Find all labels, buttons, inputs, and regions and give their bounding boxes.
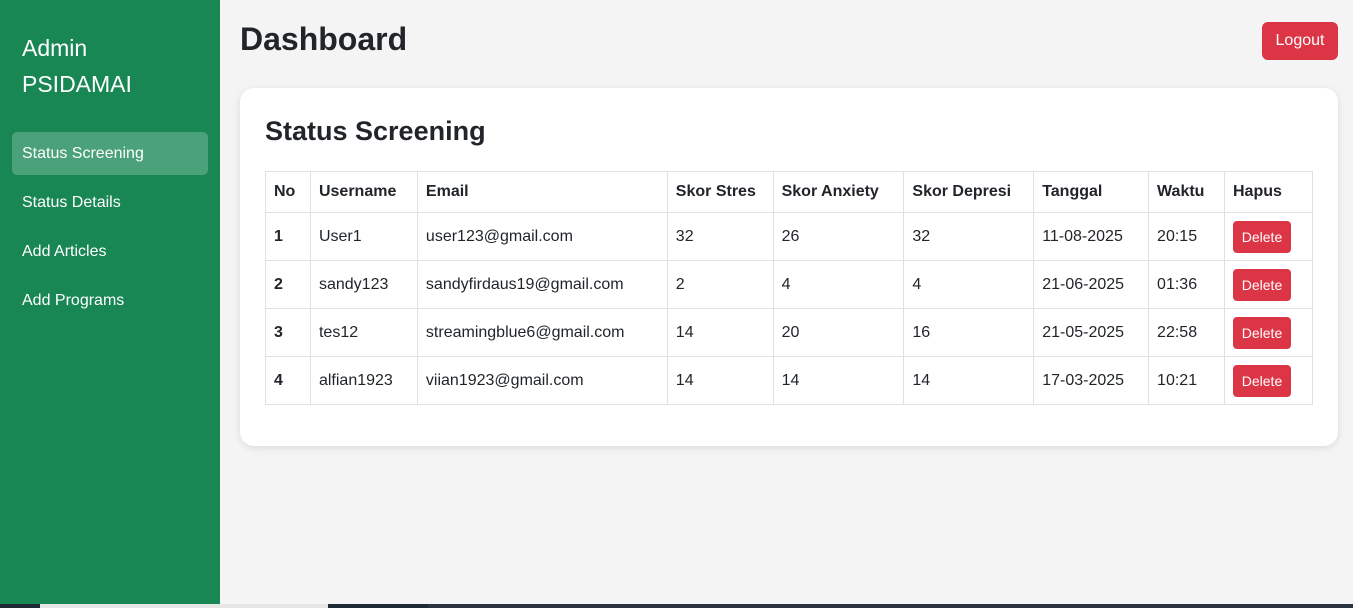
cell-username: tes12 (309, 308, 418, 357)
card-title: Status Screening (265, 116, 486, 146)
cell-skor-anxiety: 20 (772, 308, 905, 357)
table-row: 2 sandy123 sandyfirdaus19@gmail.com 2 4 … (265, 260, 1313, 309)
delete-button[interactable]: Delete (1233, 316, 1291, 349)
cell-hapus: Delete (1224, 212, 1313, 261)
cell-tanggal: 21-06-2025 (1033, 260, 1150, 309)
sidebar-item-add-programs[interactable]: Add Programs (12, 279, 208, 322)
page-title: Dashboard (240, 21, 408, 57)
cell-waktu: 22:58 (1148, 308, 1225, 357)
cell-skor-anxiety: 14 (772, 356, 905, 405)
column-header-tanggal: Tanggal (1033, 171, 1150, 213)
column-header-email: Email (416, 171, 668, 213)
cell-tanggal: 17-03-2025 (1033, 356, 1150, 405)
cell-hapus: Delete (1224, 308, 1313, 357)
cell-waktu: 01:36 (1148, 260, 1225, 309)
cell-skor-anxiety: 26 (772, 212, 905, 261)
cell-skor-stres: 14 (666, 356, 774, 405)
cell-skor-stres: 14 (666, 308, 774, 357)
taskbar-segment (428, 604, 1353, 608)
column-header-skor-depresi: Skor Depresi (903, 171, 1035, 213)
cell-email: sandyfirdaus19@gmail.com (416, 260, 668, 309)
cell-email: streamingblue6@gmail.com (416, 308, 668, 357)
sidebar-brand: Admin PSIDAMAI (12, 30, 208, 102)
table-header-row: No Username Email Skor Stres Skor Anxiet… (265, 171, 1313, 213)
cell-hapus: Delete (1224, 356, 1313, 405)
sidebar-item-status-screening[interactable]: Status Screening (12, 132, 208, 175)
column-header-no: No (265, 171, 311, 213)
cell-no: 3 (265, 308, 311, 357)
column-header-skor-anxiety: Skor Anxiety (772, 171, 905, 213)
cell-skor-anxiety: 4 (772, 260, 905, 309)
brand-line-2: PSIDAMAI (22, 71, 132, 97)
cell-skor-stres: 2 (666, 260, 774, 309)
cell-no: 2 (265, 260, 311, 309)
cell-username: sandy123 (309, 260, 418, 309)
cell-username: alfian1923 (309, 356, 418, 405)
brand-line-1: Admin (22, 35, 88, 61)
cell-username: User1 (309, 212, 418, 261)
cell-waktu: 10:21 (1148, 356, 1225, 405)
column-header-username: Username (309, 171, 418, 213)
status-screening-card: Status Screening No Username Email Skor … (240, 88, 1338, 446)
cell-skor-stres: 32 (666, 212, 774, 261)
sidebar-item-add-articles[interactable]: Add Articles (12, 230, 208, 273)
sidebar-nav: Status Screening Status Details Add Arti… (12, 132, 208, 322)
column-header-skor-stres: Skor Stres (666, 171, 774, 213)
cell-skor-depresi: 4 (903, 260, 1035, 309)
cell-tanggal: 21-05-2025 (1033, 308, 1150, 357)
table-row: 4 alfian1923 viian1923@gmail.com 14 14 1… (265, 356, 1313, 405)
delete-button[interactable]: Delete (1233, 268, 1291, 301)
cell-hapus: Delete (1224, 260, 1313, 309)
cell-skor-depresi: 16 (903, 308, 1035, 357)
taskbar-strip (0, 604, 1353, 608)
sidebar-item-status-details[interactable]: Status Details (12, 181, 208, 224)
sidebar: Admin PSIDAMAI Status Screening Status D… (0, 0, 220, 608)
table-row: 3 tes12 streamingblue6@gmail.com 14 20 1… (265, 308, 1313, 357)
cell-tanggal: 11-08-2025 (1033, 212, 1150, 261)
cell-waktu: 20:15 (1148, 212, 1225, 261)
cell-skor-depresi: 32 (903, 212, 1035, 261)
taskbar-segment (40, 604, 328, 608)
cell-no: 1 (265, 212, 311, 261)
column-header-hapus: Hapus (1224, 171, 1313, 213)
screening-table: No Username Email Skor Stres Skor Anxiet… (265, 171, 1313, 405)
delete-button[interactable]: Delete (1233, 220, 1291, 253)
table-row: 1 User1 user123@gmail.com 32 26 32 11-08… (265, 212, 1313, 261)
cell-email: user123@gmail.com (416, 212, 668, 261)
column-header-waktu: Waktu (1148, 171, 1225, 213)
main-content: Dashboard Logout Status Screening No Use… (220, 0, 1353, 608)
logout-button[interactable]: Logout (1262, 22, 1338, 60)
delete-button[interactable]: Delete (1233, 364, 1291, 397)
cell-email: viian1923@gmail.com (416, 356, 668, 405)
cell-skor-depresi: 14 (903, 356, 1035, 405)
cell-no: 4 (265, 356, 311, 405)
